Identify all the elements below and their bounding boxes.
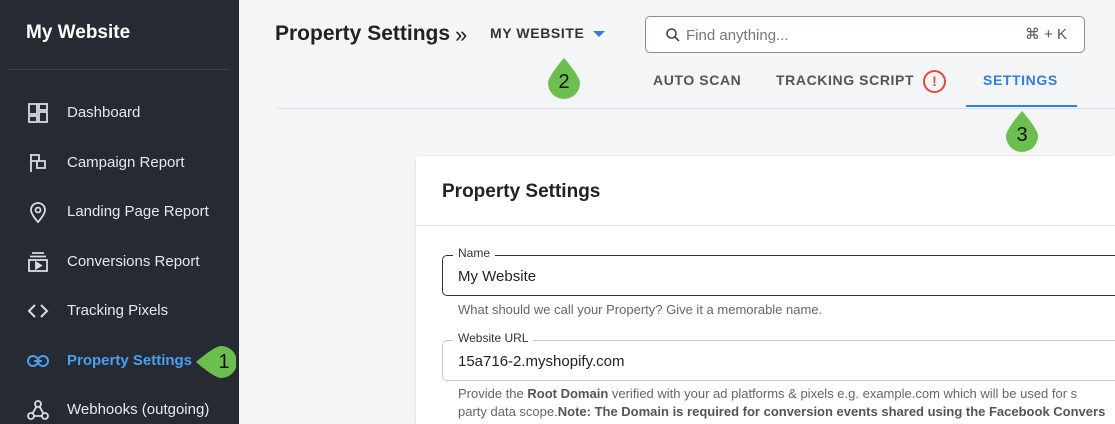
flag-icon [26,151,50,175]
dashboard-icon [26,101,50,125]
tab-settings[interactable]: SETTINGS [983,72,1058,108]
sidebar-item-label: Webhooks (outgoing) [67,400,210,418]
video-library-icon [26,250,50,274]
tab-auto-scan[interactable]: AUTO SCAN [653,72,741,108]
name-field-helper: What should we call your Property? Give … [458,302,823,317]
sidebar-item-label: Tracking Pixels [67,301,169,319]
sidebar-item-label: Conversions Report [67,252,200,270]
sidebar-item-webhooks[interactable]: Webhooks (outgoing) [0,389,239,424]
tab-tracking-script[interactable]: TRACKING SCRIPT [776,72,914,108]
search-icon [665,27,681,43]
keyboard-shortcut-hint: ⌘ + K [1024,26,1067,43]
active-tab-indicator [966,105,1077,107]
breadcrumb-separator: » [455,22,468,47]
alert-icon: ! [923,70,946,93]
sidebar-item-landing-page-report[interactable]: Landing Page Report [0,191,239,231]
link-icon [26,349,50,373]
website-url-field-label: Website URL [453,331,534,345]
webhook-icon [26,398,50,422]
website-url-helper-line-1: Provide the Root Domain verified with yo… [458,386,1078,401]
sidebar-item-label: Dashboard [67,103,141,121]
sidebar-item-label: Campaign Report [67,153,185,171]
name-input[interactable] [458,266,1078,286]
sidebar-item-dashboard[interactable]: Dashboard [0,92,239,132]
sidebar-divider [8,69,230,70]
page-title: Property Settings [275,22,451,45]
header-divider [277,108,1115,109]
callout-marker-3: 3 [1002,110,1042,152]
sidebar-item-campaign-report[interactable]: Campaign Report [0,142,239,182]
caret-down-icon [593,31,606,37]
name-field-label: Name [453,246,496,260]
card-title: Property Settings [442,181,601,202]
sidebar-item-tracking-pixels[interactable]: Tracking Pixels [0,290,239,330]
sidebar-item-label: Landing Page Report [67,202,209,220]
website-url-input[interactable] [458,351,1078,371]
website-url-field[interactable] [442,340,1115,381]
card-divider [416,225,1115,226]
sidebar-item-label: Property Settings [67,351,193,369]
search-box[interactable]: ⌘ + K [645,16,1085,53]
name-field[interactable] [442,255,1115,296]
callout-marker-2: 2 [544,57,584,99]
code-brackets-icon [26,299,50,323]
brand-title: My Website [26,22,131,43]
callout-marker-1: 1 [196,342,236,382]
website-selector-value: MY WEBSITE [490,25,585,41]
sidebar-item-conversions-report[interactable]: Conversions Report [0,241,239,281]
website-url-helper-line-2: party data scope.Note: The Domain is req… [458,404,1106,419]
search-input[interactable] [686,24,986,46]
location-pin-icon [26,200,50,224]
website-selector-dropdown[interactable]: MY WEBSITE [490,25,606,41]
